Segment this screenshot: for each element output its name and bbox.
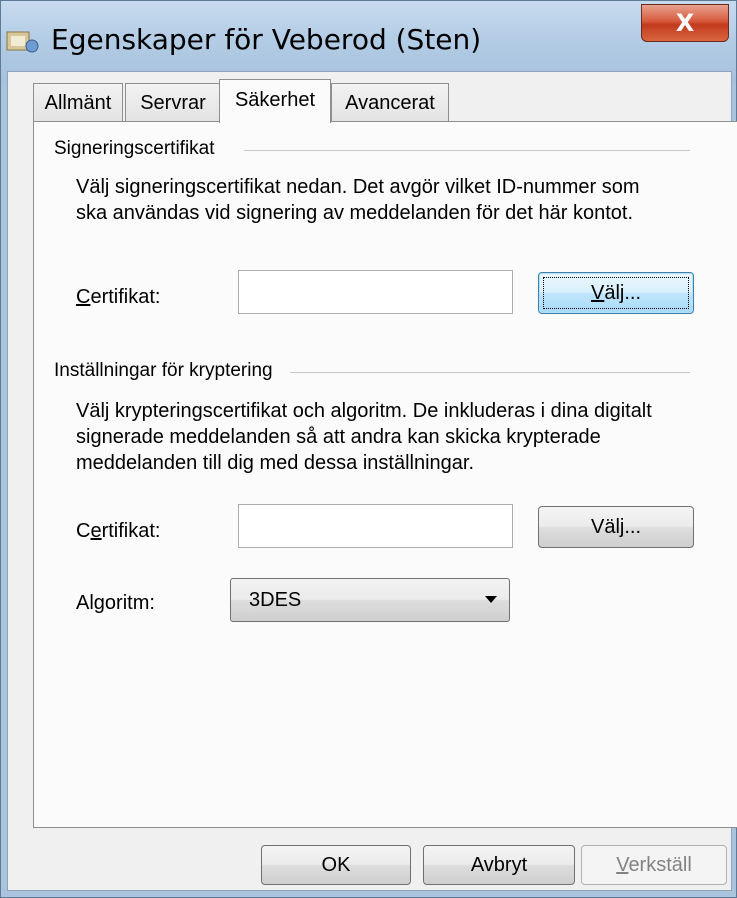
ok-button[interactable]: OK <box>261 845 411 885</box>
close-button[interactable]: X <box>641 4 729 42</box>
account-icon <box>6 31 39 53</box>
algorithm-dropdown[interactable]: 3DES <box>230 578 510 622</box>
signing-group-label: Signeringscertifikat <box>54 138 225 160</box>
apply-button[interactable]: Verkställ <box>581 845 727 885</box>
window-title: Egenskaper för Veberod (Sten) <box>51 23 482 56</box>
cancel-button[interactable]: Avbryt <box>423 845 575 885</box>
tab-allmant[interactable]: Allmänt <box>33 83 123 121</box>
security-tab-panel: Signeringscertifikat Välj signeringscert… <box>33 121 737 828</box>
close-icon: X <box>675 9 695 37</box>
encryption-cert-field[interactable] <box>238 504 513 548</box>
encryption-choose-button[interactable]: Välj... <box>538 506 694 548</box>
signing-description: Välj signeringscertifikat nedan. Det avg… <box>76 176 640 224</box>
signing-cert-label: Certifikat: <box>76 286 161 308</box>
tab-servrar[interactable]: Servrar <box>125 83 221 121</box>
algorithm-label: Algoritm: <box>76 592 155 614</box>
signing-group-divider <box>244 150 690 151</box>
encryption-cert-label: Certifikat: <box>76 520 161 542</box>
signing-cert-field[interactable] <box>238 270 513 314</box>
signing-choose-button[interactable]: Välj... <box>538 272 694 314</box>
tab-avancerat[interactable]: Avancerat <box>331 83 449 121</box>
focus-rectangle <box>543 277 689 309</box>
encryption-group-label: Inställningar för kryptering <box>54 360 283 382</box>
chevron-down-icon <box>485 596 497 603</box>
encryption-description: Välj krypteringscertifikat och algoritm.… <box>76 400 652 474</box>
encryption-group-divider <box>290 372 690 373</box>
tab-sakerhet[interactable]: Säkerhet <box>219 79 331 123</box>
properties-dialog: Egenskaper för Veberod (Sten) X Allmänt … <box>0 0 737 898</box>
algorithm-selected-value: 3DES <box>249 589 302 611</box>
